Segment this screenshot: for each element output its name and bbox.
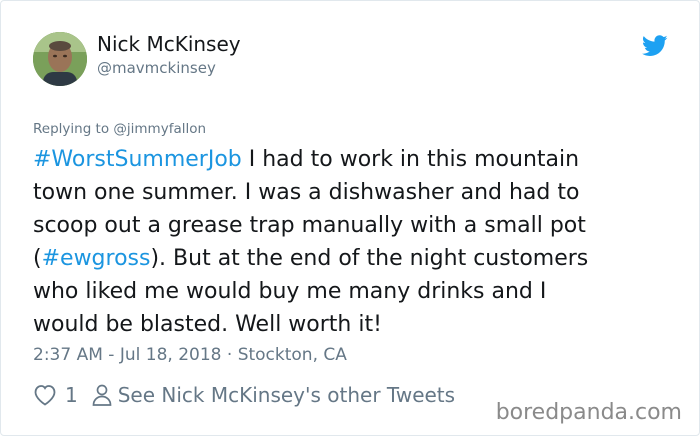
replying-to-label: Replying to <box>33 121 110 137</box>
tweet-meta: 2:37 AM - Jul 18, 2018 · Stockton, CA <box>33 345 347 365</box>
tweet-location[interactable]: Stockton, CA <box>238 345 347 365</box>
twitter-bird-icon[interactable] <box>642 35 668 57</box>
heart-icon[interactable] <box>33 384 57 406</box>
tweet-line: (#ewgross). But at the end of the night … <box>33 242 673 275</box>
person-icon <box>92 384 112 406</box>
tweet-text: #WorstSummerJob I had to work in this mo… <box>33 143 673 341</box>
tweet-line: who liked me would buy me many drinks an… <box>33 279 547 304</box>
watermark: boredpanda.com <box>495 400 682 425</box>
tweet-text-fragment: ). But at the end of the night customers <box>150 246 589 271</box>
user-handle[interactable]: @mavmckinsey <box>97 59 216 77</box>
meta-separator: · <box>221 345 238 365</box>
hashtag-link[interactable]: #ewgross <box>42 246 151 271</box>
meta-separator: - <box>102 345 120 365</box>
like-count[interactable]: 1 <box>65 383 78 407</box>
tweet-date[interactable]: Jul 18, 2018 <box>120 345 222 365</box>
tweet-text-fragment: ( <box>33 246 42 271</box>
tweet-line: town one summer. I was a dishwasher and … <box>33 180 580 205</box>
replying-to: Replying to @jimmyfallon <box>33 121 206 137</box>
reply-mention-link[interactable]: @jimmyfallon <box>113 121 206 137</box>
display-name[interactable]: Nick McKinsey <box>97 32 241 56</box>
avatar[interactable] <box>33 32 87 86</box>
tweet-line: would be blasted. Well worth it! <box>33 312 382 337</box>
tweet-text-fragment: I had to work in this mountain <box>241 147 580 172</box>
tweet-line: scoop out a grease trap manually with a … <box>33 213 586 238</box>
tweet-time[interactable]: 2:37 AM <box>33 345 103 365</box>
tweet-actions: 1 See Nick McKinsey's other Tweets <box>33 381 455 409</box>
avatar-photo <box>33 32 87 86</box>
tweet-card: Nick McKinsey @mavmckinsey Replying to @… <box>0 0 700 436</box>
hashtag-link[interactable]: #WorstSummerJob <box>33 147 242 172</box>
see-other-tweets-link[interactable]: See Nick McKinsey's other Tweets <box>118 383 455 407</box>
tweet-line: #WorstSummerJob I had to work in this mo… <box>33 143 673 176</box>
